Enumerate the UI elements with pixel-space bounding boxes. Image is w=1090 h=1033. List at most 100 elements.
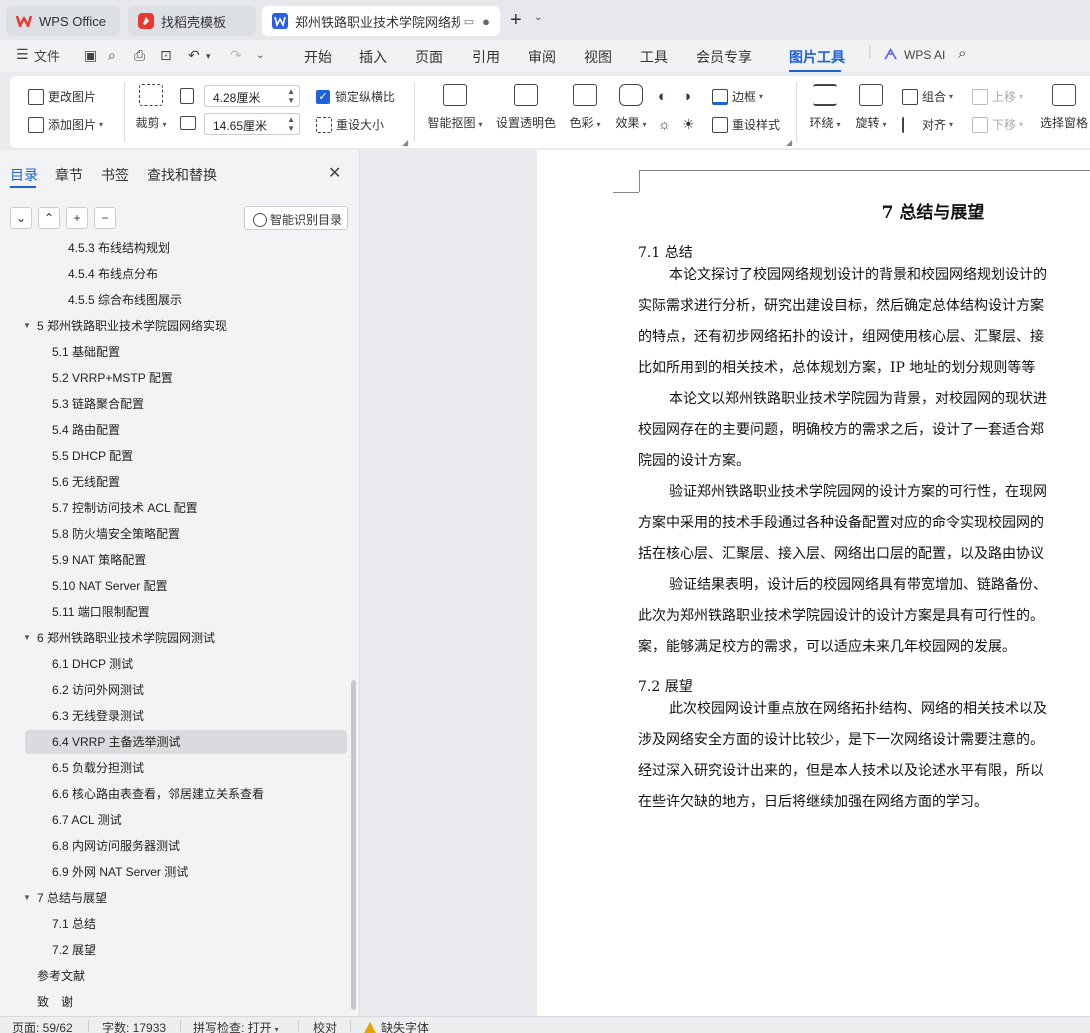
toc-item[interactable]: 6.8 内网访问服务器测试 xyxy=(52,835,180,857)
new-tab-plus-icon[interactable]: + xyxy=(510,8,522,32)
nav-tab-toc[interactable]: 目录 xyxy=(10,165,38,185)
save-icon[interactable]: ▣ xyxy=(84,47,97,64)
wrap-text-button[interactable]: 环绕 ▾ xyxy=(806,84,844,131)
redo-icon[interactable]: ↷ xyxy=(230,47,242,64)
toc-item[interactable]: 6.5 负载分担测试 xyxy=(52,757,144,779)
unsaved-dot-icon[interactable]: ● xyxy=(482,14,490,29)
more-chevron-icon[interactable]: ⌄ xyxy=(256,50,264,61)
wps-ai-icon[interactable]: ᗅ xyxy=(884,46,897,63)
word-count[interactable]: 字数: 17933 xyxy=(102,1019,166,1033)
monitor-icon[interactable]: ▭ xyxy=(464,15,474,28)
toc-item[interactable]: 5.4 路由配置 xyxy=(52,419,120,441)
toc-item[interactable]: 5.6 无线配置 xyxy=(52,471,120,493)
toc-item[interactable]: 5.5 DHCP 配置 xyxy=(52,445,133,467)
reset-style-button[interactable]: 重设样式 xyxy=(712,116,780,133)
toc-item[interactable]: 致 谢 xyxy=(37,991,73,1013)
brightness-decrease-icon[interactable]: ☀ xyxy=(682,116,695,133)
toc-item[interactable]: 参考文献 xyxy=(37,965,85,987)
contrast-decrease-icon[interactable]: ◑ xyxy=(682,88,691,105)
smart-cutout-button[interactable]: 智能抠图 ▾ xyxy=(426,84,484,131)
menu-review[interactable]: 审阅 xyxy=(528,47,556,67)
smart-toc-button[interactable]: 智能识别目录 xyxy=(244,206,348,230)
nav-tab-bookmarks[interactable]: 书签 xyxy=(101,165,129,185)
tab-docer-templates[interactable]: 找稻壳模板 xyxy=(128,6,256,36)
page-indicator[interactable]: 页面: 59/62 xyxy=(12,1019,73,1033)
collapse-triangle-icon[interactable]: ▼ xyxy=(23,627,31,649)
toc-item[interactable]: 5.8 防火墙安全策略配置 xyxy=(52,523,180,545)
tab-document[interactable]: 郑州铁路职业技术学院网络规 ▭ ● xyxy=(262,6,500,36)
menu-home[interactable]: 开始 xyxy=(304,47,332,67)
hamburger-menu-icon[interactable]: ☰ xyxy=(16,46,29,63)
toc-item[interactable]: 6.3 无线登录测试 xyxy=(52,705,144,727)
collapse-triangle-icon[interactable]: ▼ xyxy=(23,315,31,337)
group-button[interactable]: 组合 ▾ xyxy=(902,88,953,105)
width-input[interactable]: 4.28厘米 ▲ ▼ xyxy=(204,85,300,107)
dialog-launcher-icon[interactable]: ◢ xyxy=(402,138,408,147)
toc-item[interactable]: 6.7 ACL 测试 xyxy=(52,809,122,831)
dialog-launcher-icon[interactable]: ◢ xyxy=(786,138,792,147)
border-button[interactable]: 边框 ▾ xyxy=(712,88,763,105)
toc-item[interactable]: 4.5.3 布线结构规划 xyxy=(68,237,170,259)
undo-dropdown-icon[interactable]: ▾ xyxy=(206,51,211,62)
tab-wps-office[interactable]: WPS Office xyxy=(6,6,120,36)
proofread-button[interactable]: 校对 xyxy=(313,1019,337,1033)
menu-page[interactable]: 页面 xyxy=(415,47,443,67)
nav-tab-chapters[interactable]: 章节 xyxy=(55,165,83,185)
toc-item[interactable]: 6.6 核心路由表查看，邻居建立关系查看 xyxy=(52,783,264,805)
toc-item[interactable]: 5.2 VRRP+MSTP 配置 xyxy=(52,367,173,389)
set-transparent-color-button[interactable]: 设置透明色 xyxy=(496,84,556,131)
tab-list-chevron-icon[interactable]: ⌄ xyxy=(534,12,542,23)
toc-item[interactable]: 6.4 VRRP 主备选举测试 xyxy=(52,731,180,753)
menu-view[interactable]: 视图 xyxy=(584,47,612,67)
color-button[interactable]: 色彩 ▾ xyxy=(568,84,602,131)
height-spinner-icon[interactable]: ▲ ▼ xyxy=(287,115,295,133)
search-icon[interactable]: ⌕ xyxy=(958,45,966,62)
missing-font-button[interactable]: 缺失字体 xyxy=(364,1019,429,1033)
file-menu[interactable]: 文件 xyxy=(34,46,60,65)
lock-aspect-ratio-checkbox[interactable]: ✓ 锁定纵横比 xyxy=(316,88,395,105)
change-picture-button[interactable]: 更改图片 xyxy=(28,88,96,105)
toc-item[interactable]: 6.1 DHCP 测试 xyxy=(52,653,133,675)
height-input[interactable]: 14.65厘米 ▲ ▼ xyxy=(204,113,300,135)
toc-item[interactable]: 7.2 展望 xyxy=(52,939,96,961)
menu-membership[interactable]: 会员专享 xyxy=(696,47,752,67)
add-heading-plus-icon[interactable]: + xyxy=(66,207,88,229)
collapse-chevron-up-icon[interactable]: ⌃ xyxy=(38,207,60,229)
collapse-triangle-icon[interactable]: ▼ xyxy=(23,887,31,909)
menu-picture-tools[interactable]: 图片工具 xyxy=(789,47,845,67)
align-button[interactable]: 对齐 ▾ xyxy=(902,116,953,133)
toc-item[interactable]: 4.5.5 综合布线图展示 xyxy=(68,289,182,311)
add-picture-button[interactable]: 添加图片 ▾ xyxy=(28,116,103,133)
toc-item[interactable]: 5.9 NAT 策略配置 xyxy=(52,549,146,571)
undo-icon[interactable]: ↶ xyxy=(188,47,200,64)
send-backward-button[interactable]: 下移 ▾ xyxy=(972,116,1023,133)
toc-item[interactable]: 5.11 端口限制配置 xyxy=(52,601,150,623)
selection-pane-button[interactable]: 选择窗格 xyxy=(1040,84,1090,131)
export-icon[interactable]: ⌕ xyxy=(108,47,116,64)
menu-tools[interactable]: 工具 xyxy=(640,47,668,67)
menu-references[interactable]: 引用 xyxy=(472,47,500,67)
toc-item[interactable]: ▼ 7 总结与展望 xyxy=(23,887,107,909)
contrast-increase-icon[interactable]: ◐ xyxy=(658,88,667,105)
brightness-increase-icon[interactable]: ☼ xyxy=(658,116,671,132)
bring-forward-button[interactable]: 上移 ▾ xyxy=(972,88,1023,105)
toc-item[interactable]: 6.2 访问外网测试 xyxy=(52,679,144,701)
pane-scrollbar[interactable] xyxy=(351,680,356,1010)
toc-item[interactable]: 5.10 NAT Server 配置 xyxy=(52,575,168,597)
document-page[interactable]: 7 总结与展望 7.1 总结 本论文探讨了校园网络规划设计的背景和校园网络规划设计… xyxy=(537,150,1090,1016)
nav-tab-find-replace[interactable]: 查找和替换 xyxy=(147,165,217,185)
toc-item[interactable]: 5.1 基础配置 xyxy=(52,341,120,363)
crop-button[interactable]: 裁剪 ▾ xyxy=(134,84,168,131)
toc-item[interactable]: 5.3 链路聚合配置 xyxy=(52,393,144,415)
spellcheck-toggle[interactable]: 拼写检查: 打开 ▾ xyxy=(193,1019,279,1033)
remove-heading-minus-icon[interactable]: − xyxy=(94,207,116,229)
effects-button[interactable]: 效果 ▾ xyxy=(614,84,648,131)
toc-item[interactable]: 7.1 总结 xyxy=(52,913,96,935)
rotate-button[interactable]: 旋转 ▾ xyxy=(852,84,890,131)
wps-ai-button[interactable]: WPS AI xyxy=(904,48,945,62)
toc-item[interactable]: 4.5.4 布线点分布 xyxy=(68,263,158,285)
toc-item[interactable]: ▼ 5 郑州铁路职业技术学院园网络实现 xyxy=(23,315,227,337)
toc-item[interactable]: 5.7 控制访问技术 ACL 配置 xyxy=(52,497,198,519)
print-preview-icon[interactable]: ⊡ xyxy=(160,47,172,64)
print-icon[interactable]: ⎙ xyxy=(134,47,145,64)
